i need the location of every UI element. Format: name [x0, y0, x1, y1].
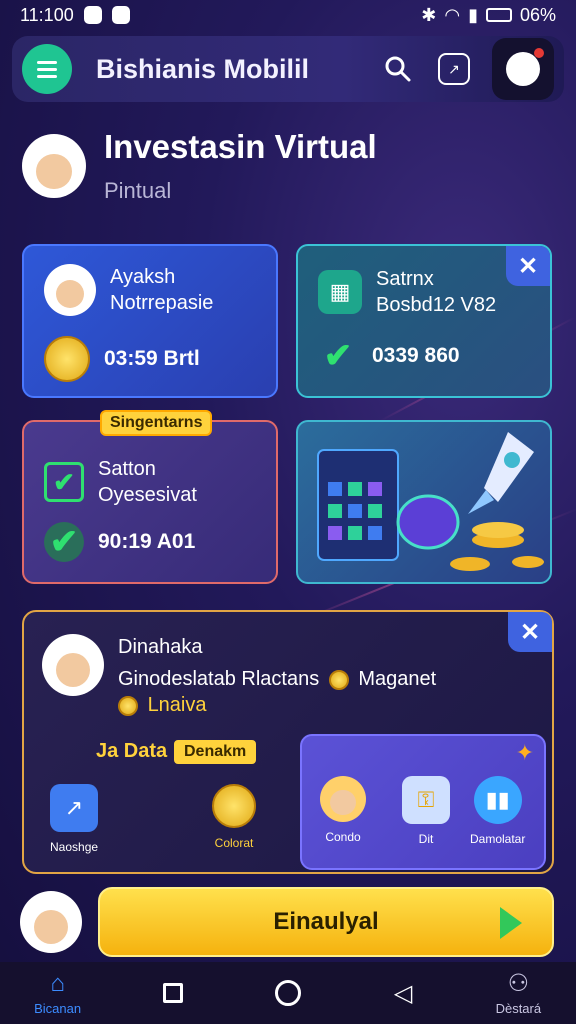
card-amount: 0339 860 — [372, 344, 460, 367]
media-icon — [111, 6, 130, 24]
app-title: Bishianis Mobilil — [96, 53, 310, 84]
illustration-card[interactable] — [296, 420, 552, 584]
close-button[interactable]: ✕ — [506, 246, 550, 286]
primary-action-label: Einaulyal — [273, 908, 379, 935]
tile-label: Dit — [418, 832, 434, 846]
card-amount: 90:19 A01 — [98, 530, 196, 553]
close-button[interactable]: ✕ — [508, 612, 552, 652]
card-detail: Oyesesivat — [98, 484, 197, 506]
primary-action-button[interactable]: Einaulyal — [98, 887, 554, 957]
detail-suffix: Maganet — [358, 668, 437, 690]
detail-line: Ginodeslatab Rlactans — [118, 668, 320, 690]
page-subtitle: Pintual — [104, 178, 172, 203]
page-header: Investasin Virtual Pintual — [22, 128, 377, 204]
avatar[interactable] — [20, 891, 82, 953]
investment-card[interactable]: ✕ ▦ Satrnx Bosbd12 V82 ✔ 0339 860 — [296, 244, 552, 398]
recents-icon — [160, 980, 186, 1006]
detail-status: Lnaiva — [147, 694, 207, 716]
notification-dot — [534, 48, 544, 58]
tile-damolatar[interactable]: ▮▮ Damolatar — [470, 776, 525, 846]
data-pill[interactable]: Denakm — [174, 740, 257, 764]
card-name: Satton — [98, 458, 156, 480]
check-icon: ✔ — [44, 522, 84, 562]
status-time: 11:100 — [20, 4, 74, 25]
tile-condo[interactable]: Condo — [320, 776, 366, 844]
tile-naoshge[interactable]: ↗ Naoshge — [50, 784, 98, 854]
search-icon — [385, 56, 411, 82]
nav-back[interactable]: ◁ — [363, 979, 443, 1007]
close-icon: ✕ — [517, 252, 539, 280]
nav-label: Dèstará — [495, 1000, 542, 1016]
chart-icon: ▦ — [318, 270, 362, 314]
investment-card[interactable]: Singentarns ✔ Satton Oyesesivat ✔ 90:19 … — [22, 410, 278, 584]
signal-icon: ▮ — [468, 4, 478, 25]
chart-icon: ↗ — [50, 784, 99, 832]
detail-card: ✕ Dinahaka Ginodeslatab Rlactans Maganet… — [22, 610, 554, 874]
battery-icon — [485, 8, 512, 22]
profile-icon: ⚇ — [507, 970, 530, 997]
avatar-icon — [320, 776, 366, 822]
avatar — [42, 634, 104, 696]
tile-label: Condo — [325, 830, 361, 844]
home-circle-icon — [274, 980, 301, 1006]
profile-button[interactable] — [492, 38, 554, 100]
avatar — [44, 264, 96, 316]
card-name: Ayaksh — [110, 266, 176, 288]
page-title: Investasin Virtual — [104, 128, 377, 165]
star-icon: ✦ — [515, 740, 534, 765]
rocket-illustration — [317, 432, 544, 571]
coin-icon — [44, 336, 90, 382]
tile-colorat[interactable]: Colorat — [212, 784, 256, 850]
tile-label: Damolatar — [470, 832, 526, 846]
detail-name: Dinahaka — [118, 636, 203, 658]
avatar — [22, 134, 86, 198]
bottom-nav: ⌂ Bicanan ◁ ⚇ Dèstará — [0, 962, 576, 1024]
card-name: Satrnx — [376, 268, 434, 290]
action-panel: ✦ Condo ⚿ Dit ▮▮ Damolatar — [300, 734, 546, 870]
arrow-right-icon — [500, 907, 522, 939]
nav-home[interactable]: ⌂ Bicanan — [18, 969, 98, 1016]
home-icon: ⌂ — [50, 969, 65, 997]
card-amount: 03:59 Brtl — [104, 347, 200, 370]
card-tag: Singentarns — [100, 410, 213, 436]
key-icon: ⚿ — [402, 776, 450, 824]
coin-icon — [212, 784, 256, 828]
bluetooth-icon: ✱ — [421, 4, 437, 25]
nav-profile[interactable]: ⚇ Dèstará — [478, 970, 558, 1016]
data-label: Ja Data — [96, 740, 168, 762]
status-bar: 11:100 ✱ ◠ ▮ 06% — [0, 0, 576, 30]
investment-card[interactable]: Ayaksh Notrrepasie 03:59 Brtl — [22, 244, 278, 398]
search-button[interactable] — [380, 51, 416, 87]
menu-button[interactable] — [22, 44, 72, 94]
check-icon: ✔ — [323, 337, 353, 375]
card-detail: Notrrepasie — [110, 292, 214, 314]
user-icon — [506, 52, 540, 86]
battery-percent: 06% — [519, 4, 556, 25]
card-detail: Bosbd12 V82 — [376, 294, 497, 316]
nav-home-button[interactable] — [248, 980, 328, 1006]
tile-dit[interactable]: ⚿ Dit — [402, 776, 450, 846]
cta-row: Einaulyal — [20, 886, 556, 958]
share-icon: ↗ — [448, 60, 460, 77]
nav-recents[interactable] — [133, 980, 213, 1006]
coin-icon — [328, 669, 349, 690]
app-bar: Bishianis Mobilil ↗ — [12, 36, 564, 102]
wifi-icon: ◠ — [444, 4, 461, 25]
back-icon: ◁ — [393, 979, 413, 1007]
nav-label: Bicanan — [34, 1000, 82, 1016]
notification-icon — [83, 6, 102, 24]
share-button[interactable]: ↗ — [438, 53, 470, 85]
checkbox-icon: ✔ — [44, 462, 84, 502]
bars-icon: ▮▮ — [473, 776, 522, 824]
tile-label: Colorat — [214, 836, 254, 850]
close-icon: ✕ — [519, 618, 541, 646]
tile-label: Naoshge — [50, 840, 99, 854]
coin-icon — [118, 695, 138, 716]
menu-icon — [37, 60, 57, 64]
